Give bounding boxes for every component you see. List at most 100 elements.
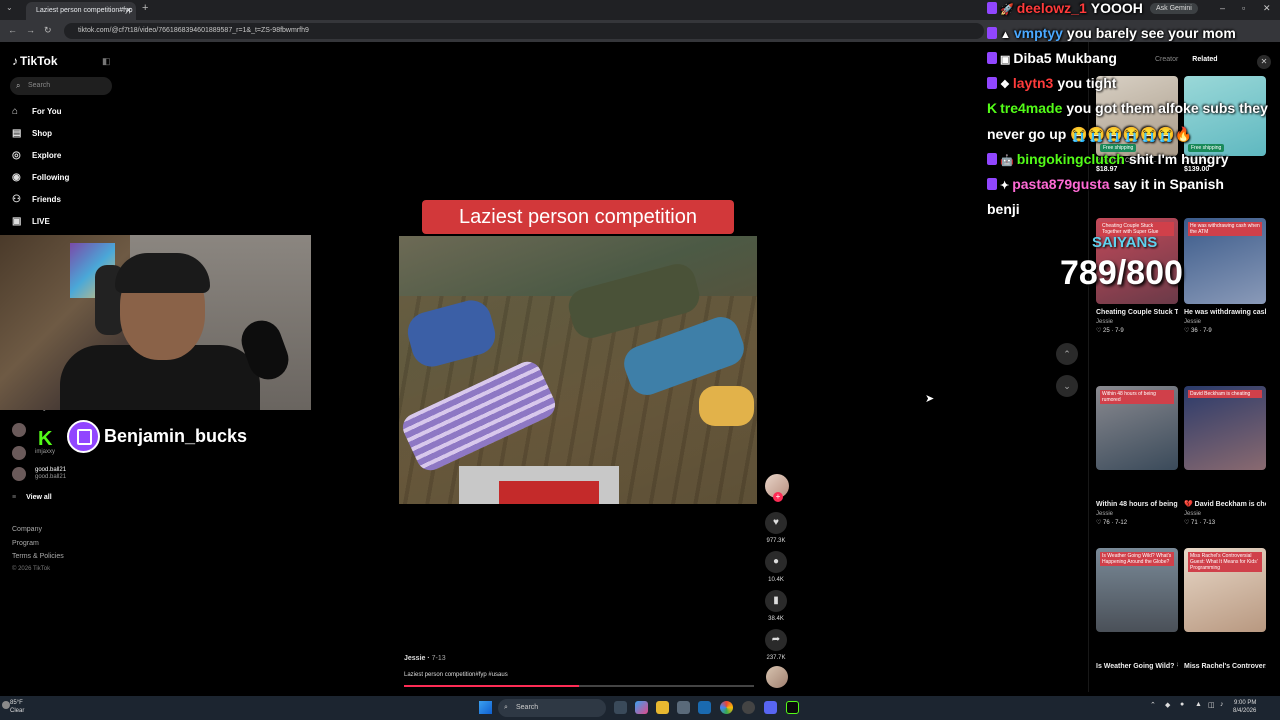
reload-icon[interactable]: ↻ (44, 25, 52, 36)
comment-icon[interactable]: ● (765, 551, 787, 573)
volume-icon[interactable]: ♪ (1220, 701, 1224, 708)
discord-icon[interactable] (764, 701, 777, 714)
nav-label: Explore (32, 151, 62, 160)
logo-text: TikTok (20, 54, 58, 68)
settings-icon[interactable] (677, 701, 690, 714)
minimize-icon[interactable]: – (1220, 3, 1225, 13)
chat-text: benji (987, 201, 1020, 217)
kick-badge-icon: K (987, 100, 998, 116)
tab-related[interactable]: Related (1192, 56, 1217, 63)
related-video-card[interactable]: David Beckham is cheating 💔 David Beckha… (1184, 386, 1266, 526)
maximize-icon[interactable]: ▫ (1242, 3, 1245, 13)
collapse-sidebar-icon[interactable]: ◧ (102, 56, 111, 67)
sound-disc-avatar[interactable] (766, 666, 788, 688)
share-action[interactable]: ➦ 237.7K (763, 629, 789, 661)
related-video-card[interactable]: He was withdrawing cash when the ATM He … (1184, 218, 1266, 334)
steam-icon[interactable] (698, 701, 711, 714)
related-video-card[interactable]: Within 48 hours of being rumored Within … (1096, 386, 1178, 526)
comment-action[interactable]: ● 10.4K (763, 551, 789, 583)
streamer-webcam (0, 235, 311, 410)
nav-following[interactable]: ◉ Following (12, 172, 69, 183)
network-icon[interactable]: ◫ (1208, 701, 1215, 709)
thumbnail-overlay-text: David Beckham is cheating (1188, 390, 1262, 398)
chrome-icon[interactable] (720, 701, 733, 714)
list-icon: ≡ (12, 494, 17, 501)
previous-video-button[interactable]: ⌃ (1056, 343, 1078, 365)
card-likes: 25 (1103, 328, 1110, 334)
video-card-title: 💔 David Beckham is cheatin... (1184, 501, 1266, 508)
related-video-card[interactable]: Is Weather Going Wild? What's Happening … (1096, 548, 1178, 671)
chat-message: ❖ laytn3 you tight (987, 75, 1116, 91)
windows-start-icon[interactable] (479, 701, 492, 714)
video-thumbnail: Miss Rachel's Controversial Guest: What … (1184, 548, 1266, 632)
weather-widget[interactable]: 85°F Clear (2, 699, 24, 715)
chat-user: vmptyy (1013, 25, 1063, 41)
footer-company[interactable]: Company (12, 526, 42, 533)
copilot-icon[interactable] (635, 701, 648, 714)
bookmark-icon[interactable]: ▮ (765, 590, 787, 612)
product-price: $139.00 (1184, 166, 1210, 173)
creator-avatar[interactable]: + (765, 474, 789, 502)
save-action[interactable]: ▮ 38.4K (763, 590, 789, 622)
nav-friends[interactable]: ⚇ Friends (12, 194, 61, 205)
forward-icon[interactable]: → (26, 25, 35, 35)
close-panel-icon[interactable]: ✕ (1257, 55, 1271, 69)
nav-for-you[interactable]: ⌂ For You (12, 106, 61, 117)
video-card-stats: ♡ 76 · 7-12 (1096, 520, 1128, 526)
new-tab-button[interactable]: + (142, 2, 148, 14)
footer-terms[interactable]: Terms & Policies (12, 553, 64, 560)
tab-creator[interactable]: Creator (1155, 56, 1178, 63)
browser-tab[interactable]: Laziest person competition#fyp ✕ (26, 2, 136, 20)
save-count: 38.4K (768, 616, 784, 622)
product-thumbnail: Free shipping (1184, 76, 1266, 156)
related-video-card[interactable]: Miss Rachel's Controversial Guest: What … (1184, 548, 1266, 671)
taskbar-search[interactable]: ⌕ Search (498, 699, 606, 717)
heart-icon: ♡ (1184, 520, 1192, 526)
panel-tabs: Creator Related (1155, 56, 1218, 63)
card-likes: 36 (1191, 328, 1198, 334)
share-icon[interactable]: ➦ (765, 629, 787, 651)
heart-icon: ♡ (1096, 520, 1104, 526)
follow-plus-icon[interactable]: + (773, 492, 783, 502)
nav-live[interactable]: ▣ LIVE (12, 216, 50, 227)
like-action[interactable]: ♥ 977.3K (763, 512, 789, 544)
comment-count: 10.4K (768, 577, 784, 583)
search-input[interactable]: ⌕ Search (10, 77, 112, 95)
obs-icon[interactable] (742, 701, 755, 714)
video-author[interactable]: Jessie · 7-13 (404, 655, 446, 662)
tab-close-icon[interactable]: ✕ (125, 2, 132, 20)
kick-logo-icon: K (38, 428, 53, 450)
nav-shop[interactable]: ▤ Shop (12, 128, 52, 139)
emote-icon: 🤖 (1000, 155, 1014, 167)
nav-explore[interactable]: ◎ Explore (12, 150, 61, 161)
sub-badge-icon (987, 27, 997, 39)
file-explorer-icon[interactable] (656, 701, 669, 714)
app-icon[interactable] (786, 701, 799, 714)
friends-icon: ⚇ (12, 194, 21, 205)
url-field[interactable]: tiktok.com/@cf7t18/video/766186839460188… (64, 23, 984, 39)
tray-app-icon[interactable]: ▲ (1195, 701, 1202, 708)
heart-icon[interactable]: ♥ (765, 512, 787, 534)
video-player[interactable] (399, 236, 757, 504)
task-view-icon[interactable] (614, 701, 627, 714)
next-video-button[interactable]: ⌄ (1056, 375, 1078, 397)
tray-app-icon[interactable]: ◆ (1165, 701, 1170, 709)
tray-chevron-icon[interactable]: ⌃ (1150, 701, 1156, 709)
ask-gemini-button[interactable]: Ask Gemini (1150, 3, 1198, 14)
back-icon[interactable]: ← (8, 25, 17, 35)
mouse-cursor-icon: ➤ (925, 393, 935, 405)
live-icon: ▣ (12, 216, 22, 227)
footer-program[interactable]: Program (12, 540, 39, 547)
chat-text: shit I'm hungry (1128, 151, 1229, 167)
tab-menu-icon[interactable]: ⌄ (6, 3, 13, 12)
progress-fill (404, 685, 579, 687)
clock-date: 8/4/2026 (1233, 708, 1257, 714)
close-window-icon[interactable]: ✕ (1263, 3, 1271, 14)
tiktok-logo[interactable]: ♪ TikTok (12, 54, 58, 68)
emote-icon: ✦ (1000, 180, 1010, 192)
account-handle: good.ball21 (35, 474, 67, 480)
tray-app-icon[interactable]: ● (1180, 701, 1184, 708)
video-progress-bar[interactable] (404, 685, 754, 687)
taskbar-clock[interactable]: 9:00 PM 8/4/2026 (1233, 699, 1256, 715)
view-all-link[interactable]: ≡ View all (12, 494, 52, 501)
